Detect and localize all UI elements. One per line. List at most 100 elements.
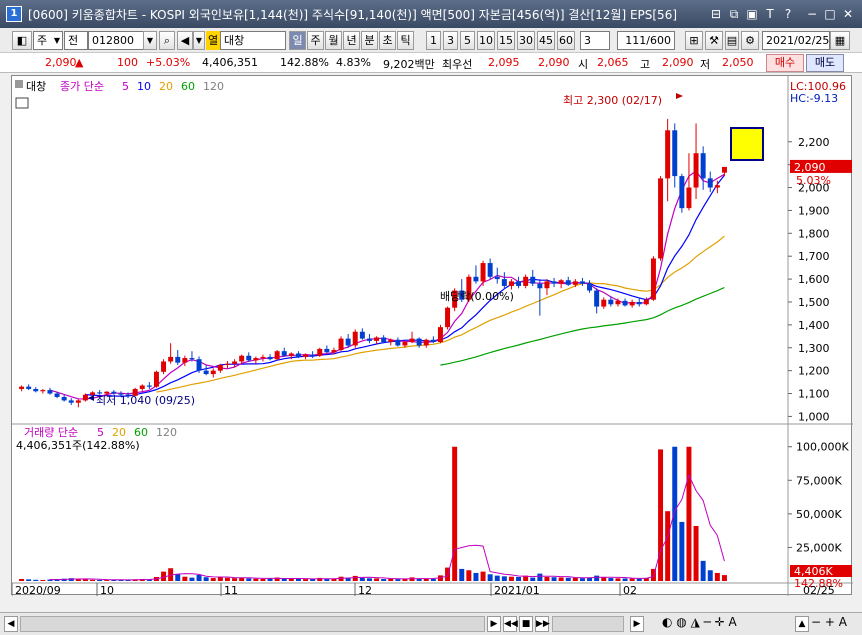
date-tick-label: 2020/09 xyxy=(15,584,61,596)
volume-bar xyxy=(196,574,202,581)
minute-button[interactable]: 45 xyxy=(537,31,555,50)
candle-body xyxy=(324,348,330,353)
candle-body xyxy=(295,353,301,357)
price-tick-label: 1,500 xyxy=(798,296,830,309)
period-button[interactable]: 분 xyxy=(361,31,378,50)
volume-bar xyxy=(267,578,273,581)
volume-bar xyxy=(295,578,301,581)
period-button[interactable]: 틱 xyxy=(397,31,414,50)
minute-button[interactable]: 10 xyxy=(477,31,495,50)
candle-body xyxy=(508,281,514,286)
volume-bar xyxy=(494,575,500,581)
candle-body xyxy=(686,187,692,209)
code-input[interactable]: 012800 xyxy=(88,31,146,50)
scroll-up-button[interactable]: ▲ xyxy=(795,616,809,632)
candle-body xyxy=(437,327,443,343)
legend-ma-title: 종가 단순 xyxy=(60,80,104,93)
minimize-button[interactable]: − xyxy=(804,6,820,22)
legend-ma-period: 10 xyxy=(137,80,151,93)
candle-body xyxy=(636,301,642,305)
close-button[interactable]: ✕ xyxy=(840,6,856,22)
code-input-value: 012800 xyxy=(92,34,134,47)
search-icon[interactable]: ⌕ xyxy=(159,31,175,50)
calendar-icon[interactable]: ▦ xyxy=(830,31,850,50)
candle-body xyxy=(700,153,706,179)
market-select[interactable]: 주 ▼ xyxy=(33,31,63,50)
speaker-icon[interactable]: ◀ xyxy=(177,31,193,50)
date-field[interactable]: 2021/02/25 xyxy=(762,31,830,50)
volume-bar xyxy=(359,577,365,581)
minute-button[interactable]: 3 xyxy=(443,31,458,50)
candle-body xyxy=(210,370,216,375)
price-tick-label: 1,100 xyxy=(798,388,830,401)
menu-icon[interactable]: ◧ xyxy=(12,31,32,50)
window-title: [0600] 키움종합차트 - KOSPI 외국인보유[1,144(천)] 주식… xyxy=(28,7,678,22)
chart-area[interactable]: 2,2002,1002,0001,9001,8001,7001,6001,500… xyxy=(11,75,853,597)
play-button[interactable]: ▶▶ xyxy=(535,616,550,632)
speaker-dropdown-button[interactable]: ▼ xyxy=(193,31,205,50)
save-icon[interactable]: ▤ xyxy=(725,31,739,50)
copy-icon[interactable]: ⧉ xyxy=(726,6,742,22)
candle-body xyxy=(679,176,685,209)
volume-legend-value: 4,406,351주(142.88%) xyxy=(16,439,140,452)
gear-icon[interactable]: ⚙ xyxy=(741,31,759,50)
range-select-value: 전 xyxy=(68,34,79,47)
volume-bar xyxy=(381,578,387,581)
period-button[interactable]: 주 xyxy=(307,31,324,50)
candle-body xyxy=(352,331,358,346)
sell-button[interactable]: 매도 xyxy=(806,54,844,72)
range-select[interactable]: 전 xyxy=(64,31,88,50)
candle-body xyxy=(551,281,557,284)
tool-icon[interactable]: ⚒ xyxy=(705,31,723,50)
legend-ma-period: 5 xyxy=(122,80,129,93)
period-button[interactable]: 일 xyxy=(289,31,306,50)
pin-icon[interactable]: ▣ xyxy=(744,6,760,22)
stop-button[interactable]: ■ xyxy=(519,616,533,632)
candle-body xyxy=(224,363,230,365)
candle-body xyxy=(601,299,607,307)
interval-value: 3 xyxy=(584,34,591,47)
zoom-track[interactable] xyxy=(552,616,624,632)
zoom-right-button[interactable]: ▶ xyxy=(630,616,644,632)
period-button[interactable]: 초 xyxy=(379,31,396,50)
ma10-line xyxy=(85,174,725,397)
amount: 9,202백만 xyxy=(383,58,435,71)
candle-body xyxy=(303,354,309,357)
candle-body xyxy=(672,130,678,177)
code-dropdown-button[interactable]: ▼ xyxy=(143,31,157,50)
buy-button[interactable]: 매수 xyxy=(766,54,804,72)
candle-body xyxy=(40,390,46,392)
legend-box-icon xyxy=(15,80,23,88)
name-tag: 열 xyxy=(206,31,220,50)
interval-select[interactable]: 3 xyxy=(580,31,610,50)
font-icon[interactable]: T xyxy=(762,6,778,22)
scroll-left-button[interactable]: ◀ xyxy=(4,616,18,632)
legend-ma-period: 120 xyxy=(203,80,224,93)
link-icon[interactable]: ⊟ xyxy=(708,6,724,22)
scroll-track[interactable] xyxy=(20,616,485,632)
volume-bar xyxy=(203,577,209,581)
candle-body xyxy=(572,281,578,285)
minute-button[interactable]: 1 xyxy=(426,31,441,50)
minute-button[interactable]: 15 xyxy=(497,31,515,50)
candle-body xyxy=(409,338,415,343)
candle-body xyxy=(168,356,174,362)
minute-button[interactable]: 5 xyxy=(460,31,475,50)
help-icon[interactable]: ? xyxy=(780,6,796,22)
count-field[interactable]: 111/600 xyxy=(617,31,675,50)
scroll-right-button[interactable]: ▶ xyxy=(487,616,501,632)
chart-tools-icon[interactable]: ◐ ◍ ◮ ─ ✛ A xyxy=(662,615,737,629)
rewind-button[interactable]: ◀◀ xyxy=(503,616,518,632)
period-button[interactable]: 년 xyxy=(343,31,360,50)
candle-body xyxy=(587,283,593,291)
candle-body xyxy=(494,276,500,280)
minute-button[interactable]: 30 xyxy=(517,31,535,50)
minute-button[interactable]: 60 xyxy=(557,31,575,50)
candle-body xyxy=(445,307,451,328)
period-button[interactable]: 월 xyxy=(325,31,342,50)
zoom-controls[interactable]: − + A xyxy=(811,615,847,629)
maximize-button[interactable]: □ xyxy=(822,6,838,22)
grid-icon[interactable]: ⊞ xyxy=(685,31,703,50)
candle-body xyxy=(374,337,380,341)
candle-body xyxy=(75,400,81,403)
